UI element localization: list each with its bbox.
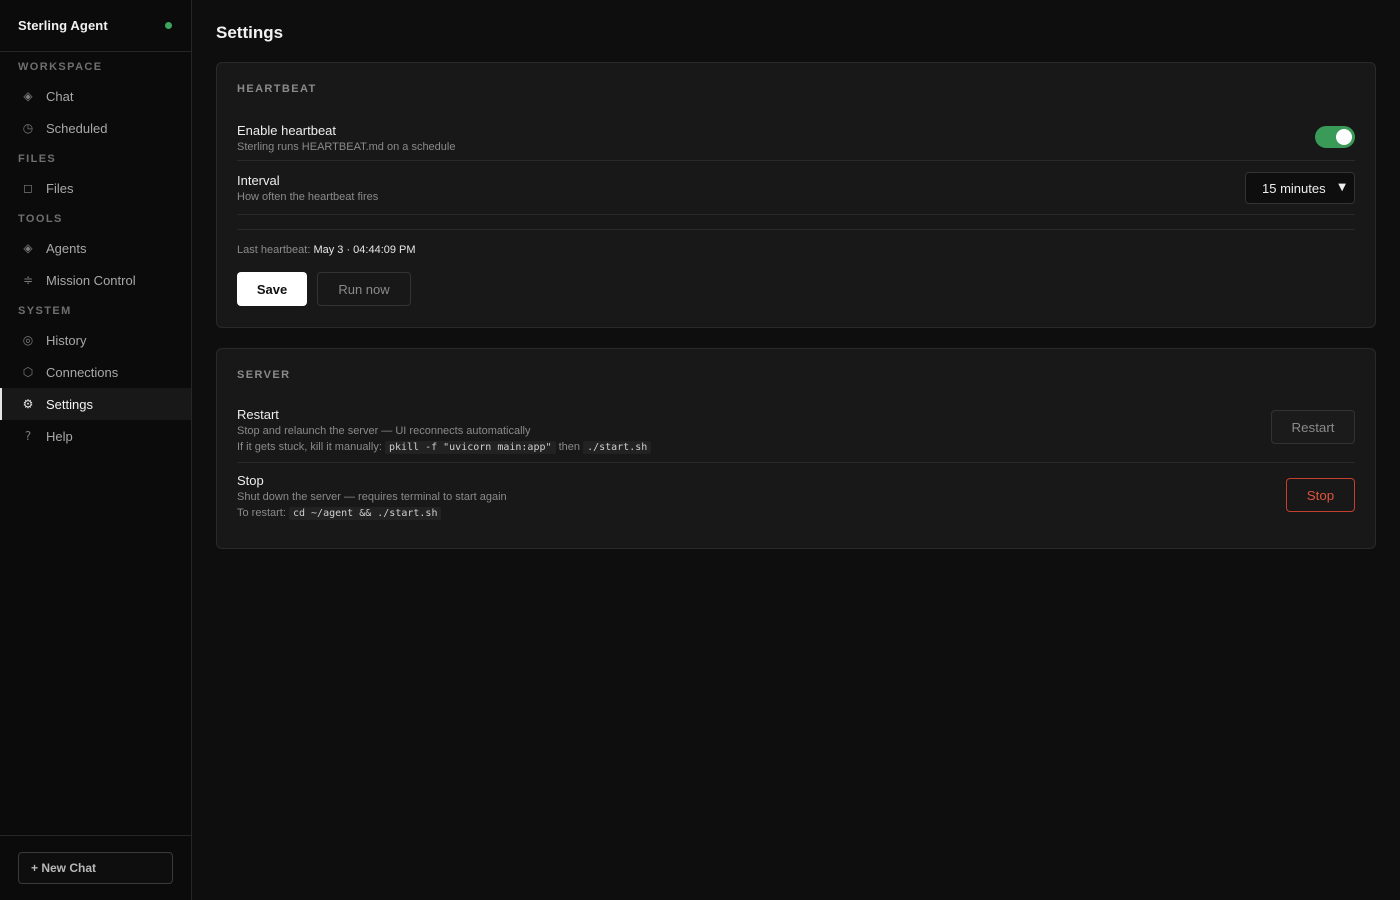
enable-heartbeat-row: Enable heartbeat Sterling runs HEARTBEAT…	[237, 115, 1355, 161]
restart-button[interactable]: Restart	[1271, 410, 1355, 444]
save-button[interactable]: Save	[237, 272, 307, 306]
sidebar-item-label: Settings	[46, 396, 93, 412]
sidebar-footer: + New Chat	[0, 835, 191, 900]
restart-hint-code-kill: pkill -f "uvicorn main:app"	[384, 441, 556, 454]
sidebar-item-label: Chat	[46, 88, 74, 104]
restart-hint-code-start: ./start.sh	[583, 441, 652, 454]
sidebar-item-files[interactable]: ◻ Files	[0, 172, 191, 204]
target-icon: ◎	[22, 333, 34, 347]
restart-desc: Stop and relaunch the server — UI reconn…	[237, 425, 531, 437]
restart-row: Restart Stop and relaunch the server — U…	[237, 401, 1355, 463]
sidebar-item-scheduled[interactable]: ◷ Scheduled	[0, 112, 191, 144]
gear-icon: ⚙	[22, 397, 34, 411]
question-icon: ?	[24, 429, 32, 443]
nav-section-system: SYSTEM	[18, 305, 72, 317]
stop-hint-prefix: To restart:	[237, 507, 286, 519]
stop-desc: Shut down the server — requires terminal…	[237, 491, 507, 503]
restart-label: Restart	[237, 407, 279, 422]
last-heartbeat-label: Last heartbeat:	[237, 244, 311, 256]
hexagon-icon: ⬡	[22, 365, 34, 379]
sidebar-item-connections[interactable]: ⬡ Connections	[0, 356, 191, 388]
restart-hint-prefix: If it gets stuck, kill it manually:	[237, 441, 382, 453]
run-now-button[interactable]: Run now	[317, 272, 411, 306]
interval-desc: How often the heartbeat fires	[237, 191, 379, 203]
sidebar-item-label: Files	[46, 180, 74, 196]
mission-icon: ≑	[22, 273, 34, 287]
interval-row: Interval How often the heartbeat fires 1…	[237, 161, 1355, 215]
interval-select[interactable]: 15 minutes ▼	[1245, 172, 1355, 204]
square-icon: ◻	[23, 181, 33, 195]
heartbeat-card: HEARTBEAT Enable heartbeat Sterling runs…	[216, 62, 1376, 328]
restart-hint: If it gets stuck, kill it manually: pkil…	[237, 441, 1355, 454]
diamond-icon: ◈	[23, 89, 33, 103]
nav-section-tools: TOOLS	[18, 213, 63, 225]
interval-select-value: 15 minutes	[1262, 180, 1326, 196]
sidebar: Sterling Agent WORKSPACE ◈ Chat ◷ Scheduled F…	[0, 0, 192, 900]
last-heartbeat-value: May 3 · 04:44:09 PM	[313, 244, 416, 256]
enable-heartbeat-label: Enable heartbeat	[237, 123, 337, 138]
stop-label: Stop	[237, 473, 264, 488]
sidebar-item-label: Agents	[46, 240, 87, 256]
stop-button[interactable]: Stop	[1286, 478, 1355, 512]
status-dot	[165, 22, 172, 29]
sidebar-nav: WORKSPACE ◈ Chat ◷ Scheduled FILES ◻ Files TOOLS…	[0, 52, 191, 452]
toggle-knob	[1336, 129, 1352, 145]
page-title: Settings	[216, 23, 284, 42]
sidebar-item-chat[interactable]: ◈ Chat	[0, 80, 191, 112]
last-heartbeat: Last heartbeat: May 3 · 04:44:09 PM	[237, 244, 416, 256]
server-card: SERVER Restart Stop and relaunch the ser…	[216, 348, 1376, 549]
main-content: Settings HEARTBEAT Enable heartbeat Ster…	[193, 0, 1400, 900]
enable-heartbeat-desc: Sterling runs HEARTBEAT.md on a schedule	[237, 141, 456, 153]
sidebar-item-settings[interactable]: ⚙ Settings	[0, 388, 191, 420]
nav-section-files: FILES	[18, 153, 57, 165]
restart-hint-mid: then	[558, 441, 580, 453]
sidebar-item-label: Connections	[46, 364, 119, 380]
sidebar-item-history[interactable]: ◎ History	[0, 324, 191, 356]
heartbeat-divider	[237, 229, 1355, 230]
interval-label: Interval	[237, 173, 280, 188]
sidebar-item-agents[interactable]: ◈ Agents	[0, 232, 191, 264]
server-card-title: SERVER	[237, 369, 291, 381]
sidebar-item-label: History	[46, 332, 87, 348]
sidebar-item-label: Mission Control	[46, 272, 136, 288]
sidebar-item-label: Help	[46, 428, 73, 444]
stop-hint-code: cd ~/agent && ./start.sh	[288, 507, 442, 520]
sidebar-item-mission-control[interactable]: ≑ Mission Control	[0, 264, 191, 296]
heartbeat-card-title: HEARTBEAT	[237, 83, 317, 95]
chevron-down-icon: ▼	[1338, 182, 1346, 193]
brand-header: Sterling Agent	[0, 0, 191, 52]
nav-section-workspace: WORKSPACE	[18, 61, 103, 73]
stop-hint: To restart: cd ~/agent && ./start.sh	[237, 507, 1355, 520]
sidebar-item-help[interactable]: ? Help	[0, 420, 191, 452]
app-name: Sterling Agent	[18, 18, 108, 33]
sidebar-item-label: Scheduled	[46, 120, 108, 136]
heartbeat-toggle[interactable]	[1315, 126, 1355, 148]
stop-row: Stop Shut down the server — requires ter…	[237, 463, 1355, 529]
clock-icon: ◷	[22, 121, 34, 135]
diamond-icon: ◈	[23, 241, 33, 255]
new-chat-button[interactable]: + New Chat	[18, 852, 173, 884]
